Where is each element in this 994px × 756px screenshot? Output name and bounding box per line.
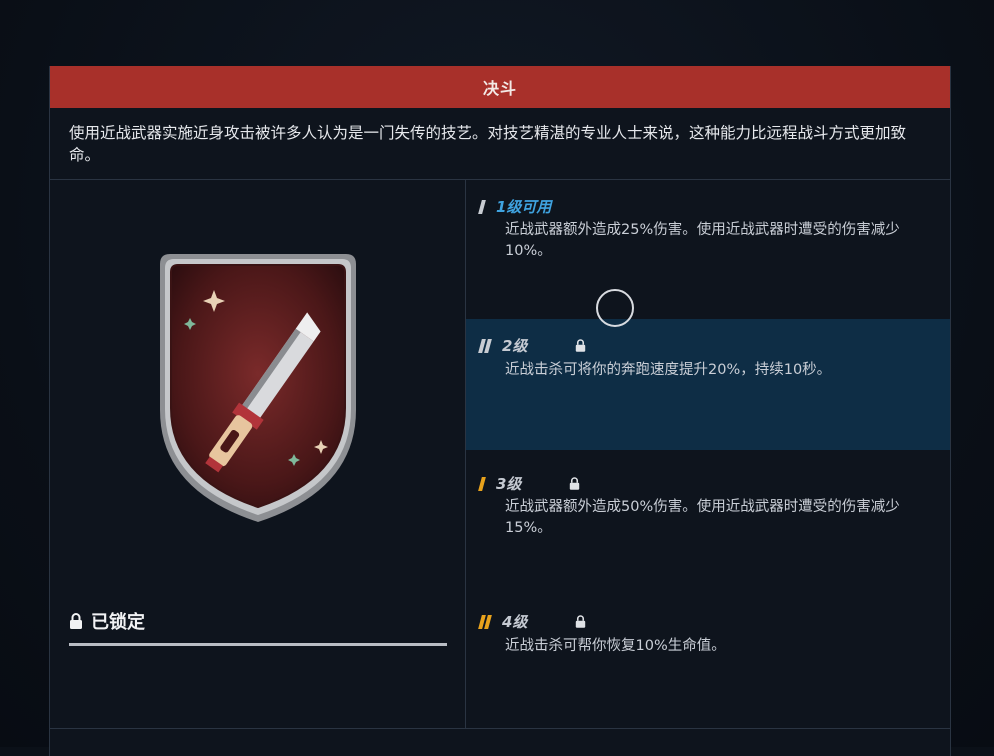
tier-2-mark-icon [478,338,492,353]
tier-4-mark-icon [478,614,492,629]
tier-4-text: 近战击杀可帮你恢复10%生命值。 [505,638,726,654]
melee-knife-badge-icon [160,254,356,522]
lock-icon [69,613,83,629]
tier-3-lock-icon [569,477,580,490]
tier-1-row[interactable]: 1级可用 近战武器额外造成25%伤害。使用近战武器时遭受的伤害减少10%。 [466,180,950,319]
tier-1-mark-icon [478,199,486,214]
perk-description: 使用近战武器实施近身攻击被许多人认为是一门失传的技艺。对技艺精湛的专业人士来说，… [50,108,950,180]
tier-4-lock-icon [575,615,586,628]
perk-badge-column: 已锁定 [50,180,466,728]
locked-status: 已锁定 [69,608,145,634]
locked-status-label: 已锁定 [91,612,145,633]
tier-4-row[interactable]: 4级 近战击杀可帮你恢复10%生命值。 [466,590,950,728]
tier-3-header: 3级 [478,473,580,494]
panel-bottom-divider [50,728,950,729]
locked-status-underline [69,643,447,646]
tier-3-mark-icon [478,476,486,491]
tier-1-text: 近战武器额外造成25%伤害。使用近战武器时遭受的伤害减少10%。 [505,222,900,259]
tier-4-label: 4级 [502,613,528,631]
tier-2-text: 近战击杀可将你的奔跑速度提升20%，持续10秒。 [505,362,832,378]
perk-tiers: 1级可用 近战武器额外造成25%伤害。使用近战武器时遭受的伤害减少10%。 2级… [466,180,950,728]
tier-2-row[interactable]: 2级 近战击杀可将你的奔跑速度提升20%，持续10秒。 [466,319,950,450]
perk-panel: 决斗 使用近战武器实施近身攻击被许多人认为是一门失传的技艺。对技艺精湛的专业人士… [49,66,951,756]
perk-title: 决斗 [50,66,950,108]
tier-3-text: 近战武器额外造成50%伤害。使用近战武器时遭受的伤害减少15%。 [505,499,900,536]
tier-3-label: 3级 [496,475,522,493]
tier-1-label: 1级可用 [496,198,552,216]
tier-4-header: 4级 [478,611,586,632]
cursor-ring-icon [596,289,634,327]
tier-3-row[interactable]: 3级 近战武器额外造成50%伤害。使用近战武器时遭受的伤害减少15%。 [466,450,950,590]
tier-2-label: 2级 [502,337,528,355]
tier-1-header: 1级可用 [478,196,552,217]
tier-2-lock-icon [575,339,586,352]
tier-2-header: 2级 [478,335,586,356]
perk-body: 已锁定 1级可用 近战武器额外造成25%伤害。使用近战武器时遭受的伤害减少10%… [50,180,950,728]
